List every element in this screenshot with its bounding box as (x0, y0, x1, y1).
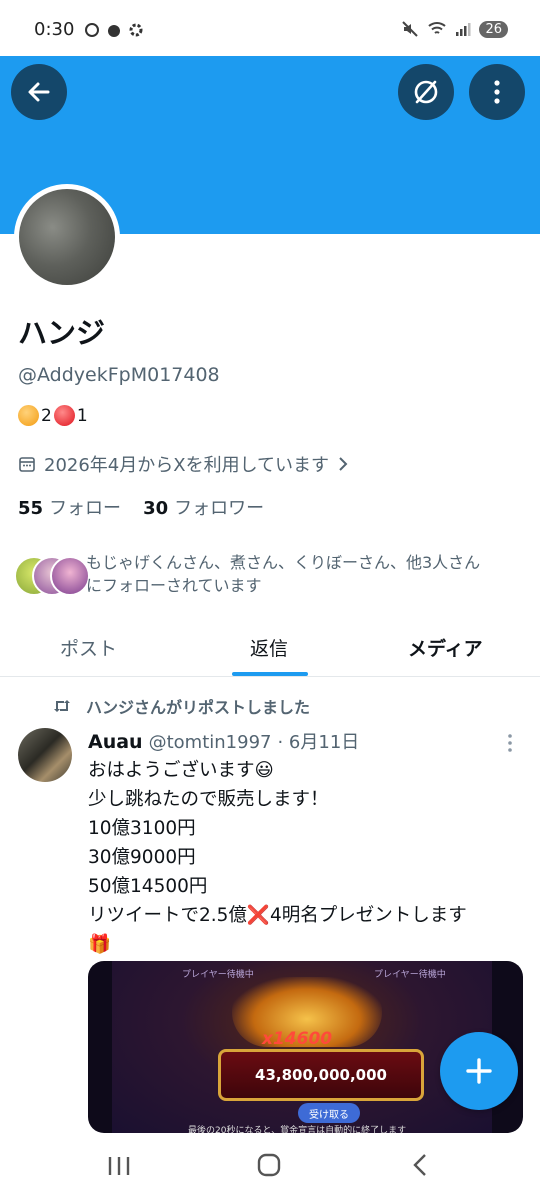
mute-icon (402, 21, 419, 37)
system-nav-bar (0, 1134, 540, 1200)
followed-by[interactable]: もじゃげくんさん、煮さん、くりぼーさん、他3人さん にフォローされています (14, 548, 524, 600)
no-notifications-icon (414, 80, 438, 104)
followed-by-line: もじゃげくんさん、煮さん、くりぼーさん、他3人さん (86, 553, 481, 572)
more-options-button[interactable] (469, 64, 525, 120)
tab-replies[interactable]: 返信 (250, 634, 288, 661)
red-circle-icon (53, 405, 75, 426)
tweet-line: 少し跳ねたので販売します！ (88, 789, 329, 810)
profile-handle: @AddyekFpM017408 (18, 364, 220, 386)
profile-name: ハンジ (18, 316, 106, 350)
compose-button[interactable] (440, 1032, 518, 1110)
wifi-icon (428, 22, 447, 34)
followers-link[interactable]: 30 フォロワー (143, 494, 264, 520)
profile-badges: 2 1 (18, 405, 88, 426)
followed-by-text: もじゃげくんさん、煮さん、くりぼーさん、他3人さん にフォローされています (86, 551, 526, 597)
calendar-icon (19, 457, 35, 472)
orange-badge-count: 2 (41, 405, 52, 426)
red-badge-count: 1 (76, 405, 88, 426)
back-nav-button[interactable] (410, 1152, 430, 1182)
repost-label: ハンジさんがリポストしました (86, 698, 311, 717)
notifications-off-button[interactable] (398, 64, 454, 120)
home-icon (257, 1153, 281, 1177)
status-time: 0:30 (34, 19, 75, 40)
app-status-icon (108, 25, 120, 37)
tweet-line: 50億14500円 (88, 876, 208, 897)
recent-apps-button[interactable] (106, 1154, 132, 1182)
tweet-line: リツイートで2.5億❌4明名プレゼントします (88, 905, 467, 926)
profile-tabs: ポスト 返信 メディア (0, 620, 540, 677)
message-status-icon (85, 23, 99, 37)
tweet-line: 10億3100円 (88, 818, 196, 839)
recent-apps-icon (108, 1157, 130, 1175)
tab-media[interactable]: メディア (408, 634, 483, 661)
back-arrow-icon (28, 82, 50, 102)
settings-status-icon (129, 23, 143, 37)
follow-counts: 55 フォロー 30 フォロワー (18, 494, 264, 520)
media-claim-button: 受け取る (298, 1103, 360, 1123)
joined-text: 2026年4月からXを利用しています (44, 455, 330, 476)
tweet-text: おはようございます😃 少し跳ねたので販売します！ 10億3100円 30億900… (88, 756, 467, 959)
status-bar: 0:30 26 (0, 0, 540, 56)
media-amount-plate: 43,800,000,000 (218, 1049, 424, 1101)
status-left-icons (84, 22, 144, 38)
media-top-left-text: プレイヤー待機中 (182, 970, 254, 980)
media-amount: 43,800,000,000 (255, 1066, 387, 1084)
repost-context[interactable]: ハンジさんがリポストしました (52, 694, 310, 718)
media-multiplier: x14600 (262, 1029, 333, 1049)
tweet-date[interactable]: · 6月11日 (277, 728, 359, 754)
chevron-left-icon (413, 1154, 426, 1176)
repost-icon (54, 700, 70, 712)
tweet-author-avatar[interactable] (18, 728, 72, 782)
media-image: プレイヤー待機中 プレイヤー待機中 x14600 43,800,000,000 … (112, 961, 492, 1133)
following-link[interactable]: 55 フォロー (18, 494, 121, 520)
followed-by-avatars (14, 552, 90, 596)
plus-icon (466, 1058, 492, 1084)
status-right-icons: 26 (401, 20, 508, 38)
tweet-author-name[interactable]: Auau (88, 731, 143, 753)
tweet-header: Auau @tomtin1997 · 6月11日 (88, 728, 359, 754)
back-button[interactable] (11, 64, 67, 120)
media-top-right-text: プレイヤー待機中 (374, 970, 446, 980)
active-tab-indicator (232, 672, 308, 676)
tweet-author-handle[interactable]: @tomtin1997 (149, 732, 272, 753)
media-caption: 最後の20秒になると、賞金宣言は自動的に終了します (188, 1126, 407, 1133)
tab-posts[interactable]: ポスト (60, 634, 117, 661)
media-claim-label: 受け取る (309, 1109, 349, 1121)
signal-icon (456, 23, 471, 36)
tweet-line: 🎁 (88, 934, 112, 955)
tweet-more-button[interactable] (500, 732, 520, 758)
home-button[interactable] (256, 1152, 282, 1182)
profile-avatar-frame[interactable] (14, 184, 120, 290)
joined-date[interactable]: 2026年4月からXを利用しています (18, 451, 349, 477)
tweet-line: おはようございます😃 (88, 760, 274, 781)
more-vertical-icon (508, 734, 512, 752)
follower-avatar (50, 556, 90, 596)
battery-indicator: 26 (479, 20, 508, 38)
more-vertical-icon (494, 80, 500, 104)
followed-by-line: にフォローされています (86, 576, 262, 595)
avatar (19, 189, 115, 285)
chevron-right-icon (339, 457, 348, 471)
tweet-line: 30億9000円 (88, 847, 196, 868)
orange-circle-icon (18, 405, 39, 426)
